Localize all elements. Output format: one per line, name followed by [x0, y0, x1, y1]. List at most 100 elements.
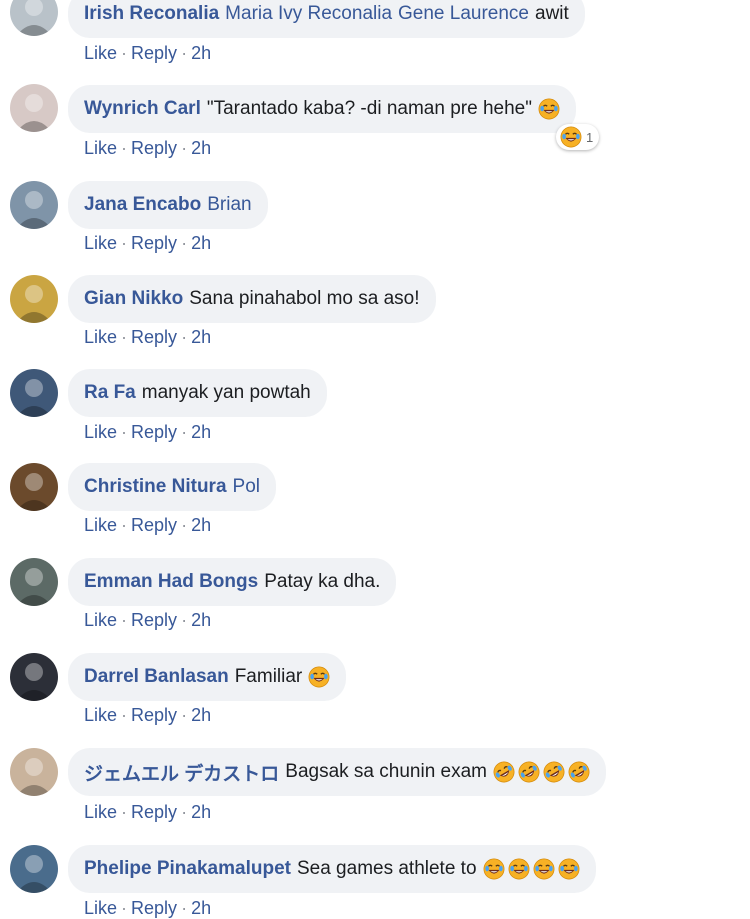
avatar[interactable] — [10, 748, 58, 796]
comment-actions: Like · Reply · 2h — [84, 138, 211, 159]
separator: · — [121, 898, 128, 918]
reaction-count: 1 — [586, 129, 594, 145]
reply-link[interactable]: Reply — [131, 327, 177, 347]
rolling-laughing-emoji-icon — [568, 761, 590, 783]
like-link[interactable]: Like — [84, 422, 117, 442]
comment-author-link[interactable]: Emman Had Bongs — [84, 571, 258, 593]
separator: · — [121, 515, 128, 535]
comment-bubble: Ra Fa manyak yan powtah — [68, 369, 327, 417]
timestamp-link[interactable]: 2h — [191, 705, 211, 725]
comment-actions: Like · Reply · 2h — [84, 327, 211, 348]
avatar[interactable] — [10, 369, 58, 417]
laughing-tears-emoji-icon — [558, 858, 579, 880]
rolling-laughing-emoji-icon — [493, 761, 515, 783]
comment-bubble: Emman Had Bongs Patay ka dha. — [68, 558, 397, 606]
avatar[interactable] — [10, 181, 58, 229]
like-link[interactable]: Like — [84, 515, 117, 535]
comment-actions: Like · Reply · 2h — [84, 802, 211, 823]
comment-bubble: Jana Encabo Brian — [68, 181, 268, 229]
comment-bubble: Darrel Banlasan Familiar — [68, 653, 347, 701]
reply-link[interactable]: Reply — [131, 138, 177, 158]
like-link[interactable]: Like — [84, 610, 117, 630]
like-link[interactable]: Like — [84, 138, 117, 158]
reply-link[interactable]: Reply — [131, 802, 177, 822]
timestamp-link[interactable]: 2h — [191, 422, 211, 442]
like-link[interactable]: Like — [84, 233, 117, 253]
avatar[interactable] — [10, 558, 58, 606]
laughing-tears-emoji-icon — [308, 666, 330, 688]
separator: · — [121, 422, 128, 442]
avatar[interactable] — [10, 463, 58, 511]
separator: · — [181, 898, 188, 918]
timestamp-link[interactable]: 2h — [191, 138, 211, 158]
comment-bubble: Christine Nitura Pol — [68, 463, 276, 511]
avatar[interactable] — [10, 845, 58, 893]
separator: · — [121, 802, 128, 822]
comment-author-link[interactable]: Ra Fa — [84, 382, 136, 404]
reply-link[interactable]: Reply — [131, 422, 177, 442]
tagged-user-link[interactable]: Brian — [207, 194, 251, 216]
separator: · — [181, 138, 188, 158]
reply-link[interactable]: Reply — [131, 515, 177, 535]
laughing-tears-emoji-icon — [538, 98, 560, 120]
tagged-user-link[interactable]: Pol — [233, 476, 260, 498]
haha-reaction-icon — [560, 126, 582, 148]
separator: · — [181, 327, 188, 347]
comment-author-link[interactable]: Jana Encabo — [84, 194, 201, 216]
separator: · — [121, 327, 128, 347]
separator: · — [181, 705, 188, 725]
separator: · — [121, 138, 128, 158]
comment-author-link[interactable]: Darrel Banlasan — [84, 666, 229, 688]
comment-author-link[interactable]: Christine Nitura — [84, 476, 227, 498]
avatar[interactable] — [10, 653, 58, 701]
timestamp-link[interactable]: 2h — [191, 610, 211, 630]
comment-text: Sana pinahabol mo sa aso! — [189, 288, 420, 309]
reply-link[interactable]: Reply — [131, 705, 177, 725]
reaction-badge[interactable]: 1 — [556, 124, 600, 150]
rolling-laughing-emoji-icon — [543, 761, 565, 783]
separator: · — [181, 233, 188, 253]
like-link[interactable]: Like — [84, 802, 117, 822]
comment-text: Bagsak sa chunin exam — [285, 761, 488, 782]
comment-author-link[interactable]: Phelipe Pinakamalupet — [84, 858, 291, 880]
comment-bubble: Phelipe Pinakamalupet Sea games athlete t… — [68, 845, 596, 893]
timestamp-link[interactable]: 2h — [191, 515, 211, 535]
comment-text: Patay ka dha. — [264, 571, 381, 592]
reply-link[interactable]: Reply — [131, 898, 177, 918]
separator: · — [121, 233, 128, 253]
comment-bubble: Gian Nikko Sana pinahabol mo sa aso! — [68, 275, 436, 323]
like-link[interactable]: Like — [84, 898, 117, 918]
comment-author-link[interactable]: Wynrich Carl — [84, 98, 201, 120]
separator: · — [121, 610, 128, 630]
comment-item: Phelipe Pinakamalupet Sea games athlete t… — [0, 0, 750, 918]
timestamp-link[interactable]: 2h — [191, 233, 211, 253]
separator: · — [181, 610, 188, 630]
separator: · — [181, 422, 188, 442]
reply-link[interactable]: Reply — [131, 233, 177, 253]
comment-author-link[interactable]: Gian Nikko — [84, 288, 183, 310]
comment-text: "Tarantado kaba? -di naman pre hehe" — [206, 98, 532, 119]
comment-actions: Like · Reply · 2h — [84, 515, 211, 536]
timestamp-link[interactable]: 2h — [191, 327, 211, 347]
rolling-laughing-emoji-icon — [518, 761, 540, 783]
timestamp-link[interactable]: 2h — [191, 802, 211, 822]
comment-actions: Like · Reply · 2h — [84, 422, 211, 443]
laughing-tears-emoji-icon — [533, 858, 554, 880]
separator: · — [121, 705, 128, 725]
reply-link[interactable]: Reply — [131, 610, 177, 630]
separator: · — [181, 802, 188, 822]
like-link[interactable]: Like — [84, 327, 117, 347]
separator: · — [181, 515, 188, 535]
comment-text: Sea games athlete to — [296, 858, 477, 879]
laughing-tears-emoji-icon — [508, 858, 529, 880]
laughing-tears-emoji-icon — [483, 858, 504, 880]
comment-actions: Like · Reply · 2h — [84, 610, 211, 631]
like-link[interactable]: Like — [84, 705, 117, 725]
comment-actions: Like · Reply · 2h — [84, 898, 211, 919]
timestamp-link[interactable]: 2h — [191, 898, 211, 918]
comment-text: Familiar — [234, 666, 303, 687]
comment-actions: Like · Reply · 2h — [84, 705, 211, 726]
avatar[interactable] — [10, 275, 58, 323]
comment-text: manyak yan powtah — [141, 382, 311, 403]
comment-author-link[interactable]: ジェムエル デカストロ — [84, 759, 279, 786]
